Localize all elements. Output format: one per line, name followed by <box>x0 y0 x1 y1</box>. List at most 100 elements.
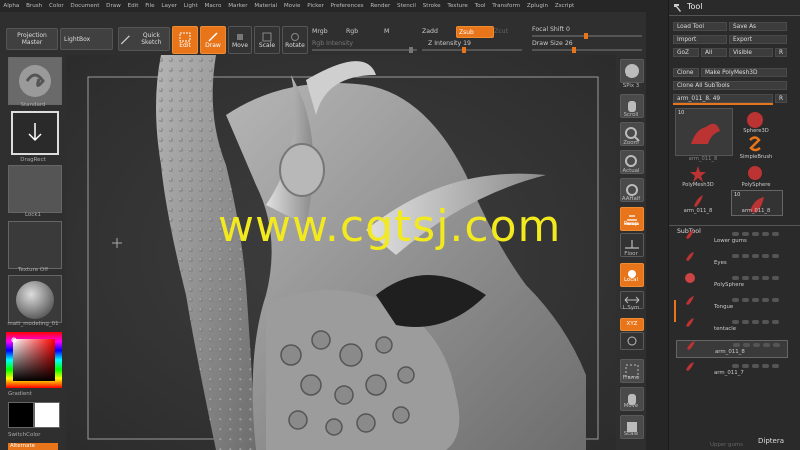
projection-master-button[interactable]: Projection Master <box>6 28 58 50</box>
rgb-intensity-slider[interactable] <box>312 47 417 53</box>
alternate-button[interactable]: Alternate <box>8 443 58 450</box>
current-tool-r-button[interactable]: R <box>775 94 787 103</box>
subtool-option-toggle[interactable] <box>762 298 769 302</box>
switch-color-button[interactable]: SwitchColor <box>8 432 74 438</box>
menu-zscript[interactable]: Zscript <box>551 3 577 9</box>
subtool-option-toggle[interactable] <box>752 276 759 280</box>
zsub-button[interactable]: Zsub <box>456 26 494 38</box>
persp-button[interactable] <box>620 207 644 231</box>
viewport-canvas[interactable]: www.cgtsj.com <box>66 55 616 450</box>
polysphere-icon[interactable] <box>747 165 763 181</box>
menu-zplugin[interactable]: Zplugin <box>524 3 552 9</box>
subtool-option-toggle[interactable] <box>743 343 750 347</box>
rotate-axis-button[interactable] <box>620 332 644 350</box>
subtool-visibility-toggle[interactable] <box>772 298 779 302</box>
subtool-option-toggle[interactable] <box>752 364 759 368</box>
menu-stroke[interactable]: Stroke <box>419 3 444 9</box>
menu-edit[interactable]: Edit <box>124 3 142 9</box>
local-button[interactable] <box>620 263 644 287</box>
make-polymesh-button[interactable]: Make PolyMesh3D <box>701 68 787 77</box>
clone-all-subtools-button[interactable]: Clone All SubTools <box>673 81 787 90</box>
menu-transform[interactable]: Transform <box>489 3 524 9</box>
subtool-option-toggle[interactable] <box>742 254 749 258</box>
subtool-option-toggle[interactable] <box>762 320 769 324</box>
r-button[interactable]: R <box>775 48 787 57</box>
secondary-color-swatch[interactable] <box>34 402 60 428</box>
subtool-option-toggle[interactable] <box>752 254 759 258</box>
bpr-button[interactable] <box>620 59 644 83</box>
subtool-row[interactable]: Lower gums <box>676 230 786 246</box>
subtool-row[interactable]: PolySphere <box>676 273 786 290</box>
zadd-button[interactable]: Zadd <box>422 28 438 35</box>
subtool-option-toggle[interactable] <box>762 276 769 280</box>
subtool-visibility-toggle[interactable] <box>772 320 779 324</box>
draw-button[interactable]: Draw <box>200 26 226 54</box>
subtool-option-toggle[interactable] <box>762 364 769 368</box>
subtool-option-toggle[interactable] <box>742 364 749 368</box>
subtool-option-toggle[interactable] <box>733 343 740 347</box>
export-button[interactable]: Export <box>729 35 787 44</box>
menu-draw[interactable]: Draw <box>103 3 124 9</box>
menu-light[interactable]: Light <box>180 3 201 9</box>
subtool-option-toggle[interactable] <box>742 320 749 324</box>
menu-render[interactable]: Render <box>367 3 394 9</box>
menu-macro[interactable]: Macro <box>201 3 225 9</box>
menu-movie[interactable]: Movie <box>280 3 303 9</box>
scale-button[interactable]: Scale <box>254 26 280 54</box>
alpha-thumbnail[interactable] <box>8 165 62 213</box>
subtool-option-toggle[interactable] <box>732 298 739 302</box>
visible-button[interactable]: Visible <box>729 48 773 57</box>
menu-document[interactable]: Document <box>67 3 103 9</box>
import-button[interactable]: Import <box>673 35 727 44</box>
z-intensity-slider[interactable] <box>422 47 522 53</box>
subtool-visibility-toggle[interactable] <box>773 343 780 347</box>
subtool-name-partial[interactable]: Upper gums <box>710 442 743 448</box>
m-button[interactable]: M <box>384 28 389 35</box>
polymesh3d-star-icon[interactable] <box>689 165 707 183</box>
menu-stencil[interactable]: Stencil <box>394 3 420 9</box>
subtool-row[interactable]: Eyes <box>676 252 786 268</box>
primary-color-swatch[interactable] <box>8 402 34 428</box>
subtool-row[interactable]: Tongue <box>676 296 786 312</box>
subtool-row[interactable]: tentacle <box>676 318 786 334</box>
subtool-scroll-marker[interactable] <box>674 300 676 322</box>
menu-preferences[interactable]: Preferences <box>327 3 367 9</box>
lightbox-button[interactable]: LightBox <box>60 28 113 50</box>
color-picker[interactable] <box>6 332 62 388</box>
rgb-button[interactable]: Rgb <box>346 28 358 35</box>
sphere3d-icon[interactable] <box>745 110 765 130</box>
subtool-option-toggle[interactable] <box>742 276 749 280</box>
subtool-row[interactable]: arm_011_7 <box>676 362 786 378</box>
menu-material[interactable]: Material <box>251 3 281 9</box>
subtool-option-toggle[interactable] <box>732 364 739 368</box>
menu-picker[interactable]: Picker <box>304 3 327 9</box>
subtool-row[interactable]: arm_011_8 <box>676 340 788 358</box>
subtool-option-toggle[interactable] <box>752 298 759 302</box>
arm-tool-icon[interactable] <box>691 192 707 208</box>
clone-button[interactable]: Clone <box>673 68 699 77</box>
subtool-option-toggle[interactable] <box>752 320 759 324</box>
zcut-button[interactable]: Zcut <box>494 28 508 35</box>
focal-shift-slider[interactable] <box>532 33 642 39</box>
menu-color[interactable]: Color <box>46 3 67 9</box>
menu-texture[interactable]: Texture <box>444 3 471 9</box>
subtool-option-toggle[interactable] <box>762 254 769 258</box>
goz-button[interactable]: GoZ <box>673 48 699 57</box>
rotate-button[interactable]: Rotate <box>282 26 308 54</box>
tray-divider[interactable] <box>646 0 668 450</box>
subtool-visibility-toggle[interactable] <box>772 232 779 236</box>
subtool-option-toggle[interactable] <box>742 298 749 302</box>
brush-thumbnail[interactable] <box>8 57 62 105</box>
subtool-option-toggle[interactable] <box>742 232 749 236</box>
draw-size-slider[interactable] <box>532 47 642 53</box>
current-tool-slider[interactable]: arm_011_8. 49 <box>673 94 773 103</box>
subtool-option-toggle[interactable] <box>732 254 739 258</box>
stroke-thumbnail[interactable] <box>11 111 59 155</box>
subtool-option-toggle[interactable] <box>732 232 739 236</box>
menu-marker[interactable]: Marker <box>225 3 251 9</box>
menu-layer[interactable]: Layer <box>158 3 180 9</box>
subtool-option-toggle[interactable] <box>753 343 760 347</box>
spix-readout[interactable]: SPix 3 <box>616 83 646 89</box>
menu-tool[interactable]: Tool <box>471 3 489 9</box>
subtool-option-toggle[interactable] <box>732 276 739 280</box>
